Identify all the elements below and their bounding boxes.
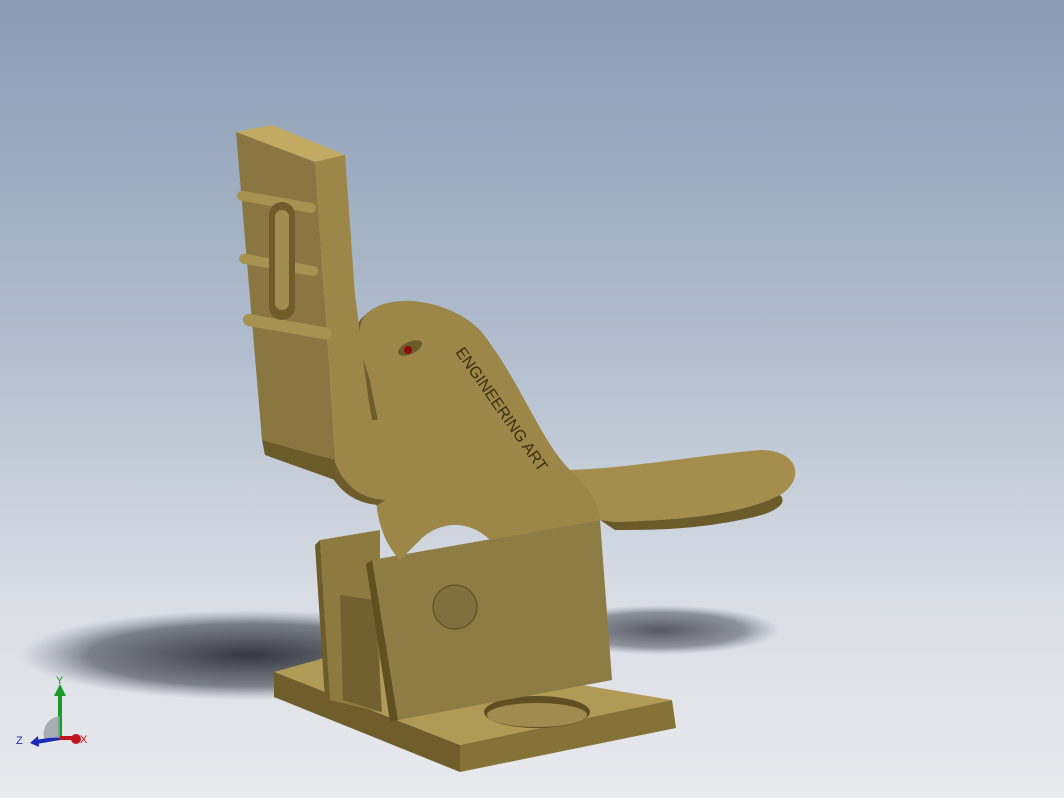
x-axis-label: X xyxy=(80,734,88,746)
graphics-viewport[interactable]: ENGINEERING ART Y Z X xyxy=(0,0,1064,798)
view-orientation-triad[interactable]: Y Z X xyxy=(14,676,94,756)
slotted-arm xyxy=(236,125,355,480)
elephant-body: ENGINEERING ART xyxy=(321,150,796,560)
left-bracket xyxy=(315,530,382,712)
z-axis-label: Z xyxy=(16,735,23,747)
y-axis-label: Y xyxy=(56,676,64,687)
z-axis xyxy=(35,736,61,744)
model-scene[interactable]: ENGINEERING ART xyxy=(0,0,1064,798)
pivot-hole xyxy=(432,584,478,630)
eye-mark xyxy=(404,346,412,354)
